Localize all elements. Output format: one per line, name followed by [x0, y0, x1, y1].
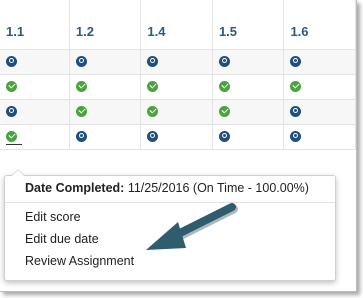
grid-cell[interactable] [69, 124, 142, 150]
grid-cell[interactable] [69, 99, 142, 125]
grid-cell[interactable] [0, 49, 70, 75]
date-completed-line: Date Completed: 11/25/2016 (On Time - 10… [5, 176, 335, 203]
pending-status-icon[interactable] [75, 130, 87, 142]
complete-checkmark-icon[interactable] [218, 105, 230, 117]
assignment-grid: 1.1 1.2 1.4 1.5 1.6 [0, 0, 356, 150]
grid-cell[interactable] [140, 99, 213, 125]
pending-status-icon[interactable] [218, 130, 230, 142]
table-row [0, 124, 356, 150]
edit-score-menu-item[interactable]: Edit score [5, 206, 335, 228]
pending-status-icon[interactable] [6, 55, 17, 67]
pending-status-icon[interactable] [75, 55, 87, 67]
complete-checkmark-icon[interactable] [218, 80, 230, 92]
date-completed-value: 11/25/2016 (On Time - 100.00%) [127, 181, 309, 195]
review-assignment-menu-item[interactable]: Review Assignment [5, 250, 335, 272]
date-completed-label: Date Completed: [25, 181, 125, 195]
pending-status-icon[interactable] [290, 130, 302, 142]
table-row [0, 49, 356, 75]
complete-checkmark-icon[interactable] [6, 130, 17, 142]
column-header[interactable]: 1.6 [283, 0, 356, 50]
grid-cell[interactable] [212, 74, 285, 100]
grid-cell[interactable] [212, 49, 285, 75]
complete-checkmark-icon[interactable] [75, 105, 87, 117]
edit-due-date-menu-item[interactable]: Edit due date [5, 228, 335, 250]
grid-cell[interactable] [283, 49, 356, 75]
complete-checkmark-icon[interactable] [290, 80, 302, 92]
pending-status-icon[interactable] [147, 55, 159, 67]
grid-cell[interactable] [212, 124, 285, 150]
column-header[interactable]: 1.5 [212, 0, 285, 50]
grade-grid-window: 1.1 1.2 1.4 1.5 1.6 Date Completed: 11/2… [0, 0, 357, 292]
assignment-context-popup: Date Completed: 11/25/2016 (On Time - 10… [4, 169, 336, 281]
complete-checkmark-icon[interactable] [147, 80, 159, 92]
grid-cell[interactable] [69, 49, 142, 75]
pending-status-icon[interactable] [290, 105, 302, 117]
pending-status-icon[interactable] [290, 55, 302, 67]
pending-status-icon[interactable] [6, 105, 17, 117]
complete-checkmark-icon[interactable] [75, 80, 87, 92]
column-header[interactable]: 1.2 [69, 0, 142, 50]
selected-indicator [6, 143, 22, 145]
column-header[interactable]: 1.4 [140, 0, 213, 50]
complete-checkmark-icon[interactable] [147, 105, 159, 117]
grid-cell[interactable] [283, 74, 356, 100]
grid-cell[interactable] [0, 74, 70, 100]
grid-cell[interactable] [140, 49, 213, 75]
pending-status-icon[interactable] [218, 55, 230, 67]
table-row [0, 74, 356, 100]
pending-status-icon[interactable] [147, 130, 159, 142]
grid-cell[interactable] [283, 124, 356, 150]
table-row [0, 99, 356, 125]
grid-cell[interactable] [140, 124, 213, 150]
column-header[interactable]: 1.1 [0, 0, 70, 50]
grid-cell[interactable] [140, 74, 213, 100]
grid-cell[interactable] [0, 99, 70, 125]
grid-cell[interactable] [69, 74, 142, 100]
grid-cell[interactable] [283, 99, 356, 125]
grid-cell[interactable] [0, 124, 70, 150]
grid-header-row: 1.1 1.2 1.4 1.5 1.6 [0, 0, 356, 50]
complete-checkmark-icon[interactable] [6, 80, 17, 92]
grid-cell[interactable] [212, 99, 285, 125]
